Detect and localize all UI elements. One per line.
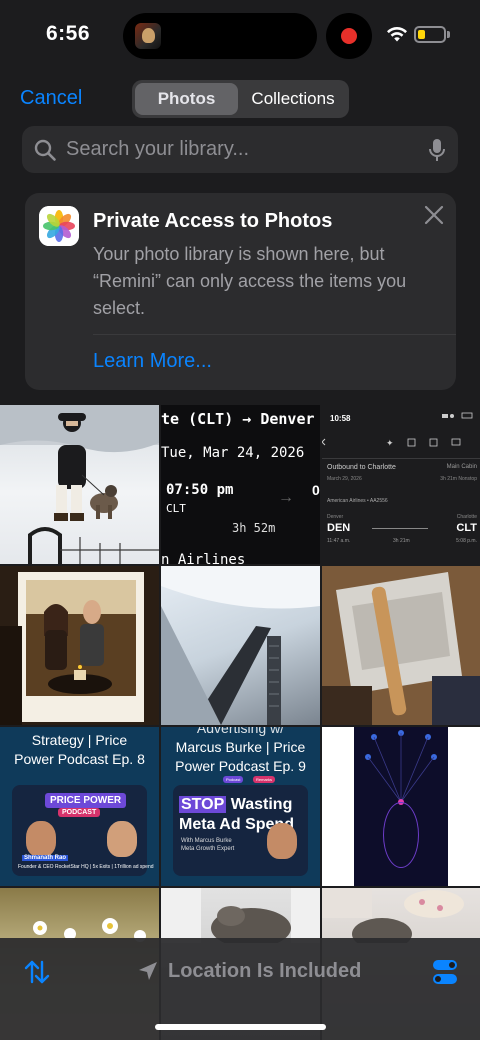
photo-thumbnail-podcast-ep8[interactable]: Strategy | Price Power Podcast Ep. 8 PRI… — [0, 727, 159, 886]
home-indicator[interactable] — [155, 1024, 326, 1030]
search-input[interactable] — [66, 126, 416, 173]
flight-arrival-partial: 0 — [312, 482, 320, 498]
notice-title: Private Access to Photos — [93, 210, 333, 232]
status-time: 6:56 — [46, 22, 91, 45]
screenshot-flight-duration: 3h 21m — [393, 538, 410, 544]
status-bar: 6:56 — [0, 0, 480, 72]
podcast8-title-line2: Power Podcast Ep. 8 — [14, 751, 145, 767]
sort-arrows-icon[interactable] — [23, 958, 51, 986]
screenshot-nonstop: 3h 21m Nonstop — [440, 476, 477, 482]
photo-thumbnail-rolling-pin[interactable] — [322, 566, 480, 725]
battery-icon — [414, 26, 446, 43]
toggle-filter-icon[interactable] — [432, 958, 458, 986]
podcast8-badge: PRICE POWER — [45, 793, 127, 808]
host-face — [107, 821, 137, 857]
photo-thumbnail-flight-itinerary[interactable]: te (CLT) → Denver (DE Tue, Mar 24, 2026 … — [161, 405, 320, 564]
podcast9-title-line2: Power Podcast Ep. 9 — [175, 758, 306, 774]
screenshot-outbound: Outbound to Charlotte — [327, 464, 396, 471]
screenshot-cabin: Main Cabin — [446, 464, 477, 470]
flight-airline: n Airlines — [161, 552, 246, 564]
flight-route: te (CLT) → Denver (DE — [161, 410, 320, 428]
podcast9-title: Advertising w/ Marcus Burke | Price Powe… — [161, 727, 320, 776]
flight-time: 07:50 pm — [166, 482, 234, 498]
podcast8-caption: Founder & CEO RocketStar HQ | 5x Exits |… — [18, 864, 154, 870]
search-icon — [34, 139, 56, 161]
learn-more-link[interactable]: Learn More... — [93, 350, 212, 373]
podcast9-card: STOP Wasting Meta Ad Spend With Marcus B… — [173, 785, 308, 876]
arrow-right-icon: → — [278, 489, 294, 506]
podcast8-title: Strategy | Price Power Podcast Ep. 8 — [0, 731, 159, 769]
baking-image — [322, 566, 480, 725]
notice-divider — [93, 334, 456, 335]
screenshot-airline: American Airlines • AA2556 — [327, 498, 388, 504]
close-icon[interactable] — [422, 203, 446, 227]
dog-bed-image — [161, 888, 320, 948]
podcast9-with-line2: Meta Growth Expert — [181, 846, 235, 852]
podcast9-headline-stop: STOP — [179, 796, 227, 813]
podcast8-title-line1: Strategy | Price — [31, 732, 128, 748]
photo-thumbnail-snow-dog[interactable] — [0, 405, 159, 564]
screenshot-dest: CLT — [456, 522, 477, 534]
screenshot-toolbar-icons: ✦ — [322, 412, 473, 449]
screenshot-divider — [322, 458, 480, 459]
screenshot-arrive-time: 5:08 p.m. — [456, 538, 477, 544]
polaroid-image — [0, 566, 159, 725]
snow-scene-image — [0, 405, 159, 564]
windshield-image — [161, 566, 320, 725]
podcast9-with-line1: With Marcus Burke — [181, 838, 232, 844]
screenshot-dest-label: Charlotte — [456, 514, 477, 520]
photo-thumbnail-flight-app[interactable]: 10:58 ✦ Outbound to Charlotte Main Cabin… — [322, 405, 480, 564]
search-bar[interactable] — [22, 126, 458, 173]
podcast9-with: With Marcus Burke Meta Growth Expert — [181, 837, 234, 853]
podcast8-card: PRICE POWER PODCAST Shmanath Rao Founder… — [12, 785, 154, 876]
svg-text:✦: ✦ — [386, 439, 394, 449]
photo-thumbnail-windshield[interactable] — [161, 566, 320, 725]
podcast9-headline-rest: Wasting — [226, 796, 293, 813]
podcast9-title-line0: Advertising w/ — [196, 727, 285, 736]
podcast9-pill1: Podcast — [223, 776, 244, 783]
microphone-icon[interactable] — [427, 138, 447, 162]
pillow-image — [322, 888, 464, 950]
location-arrow-icon — [139, 962, 157, 980]
private-access-notice: Private Access to Photos Your photo libr… — [25, 193, 456, 390]
guest-face — [26, 821, 56, 857]
record-dot-icon — [341, 28, 357, 44]
battery-level — [418, 30, 425, 39]
battery-cap — [447, 31, 450, 38]
photos-app-icon — [39, 206, 79, 246]
photo-thumbnail-podcast-ep9[interactable]: Advertising w/ Marcus Burke | Price Powe… — [161, 727, 320, 886]
dynamic-island[interactable] — [123, 13, 317, 59]
screenshot-origin: DEN — [327, 522, 351, 534]
photo-thumbnail-polaroid[interactable] — [0, 566, 159, 725]
screenshot-flight-track — [372, 528, 428, 529]
notice-body: Your photo library is shown here, but “R… — [93, 244, 407, 318]
screenshot-date: March 29, 2026 — [327, 476, 362, 482]
tab-photos[interactable]: Photos — [135, 83, 238, 115]
recording-indicator[interactable] — [326, 13, 372, 59]
bottom-toolbar: Location Is Included — [0, 938, 480, 1040]
library-segmented-control: Photos Collections — [132, 80, 349, 118]
photo-thumbnail-space-graphic[interactable] — [322, 727, 480, 886]
flowers-image — [33, 918, 146, 942]
guest-face — [267, 823, 297, 859]
app-activity-icon — [135, 23, 161, 49]
podcast9-title-line1: Marcus Burke | Price — [175, 739, 306, 755]
tab-collections[interactable]: Collections — [240, 83, 346, 115]
podcast8-guest: Shmanath Rao — [22, 855, 69, 861]
cancel-button[interactable]: Cancel — [20, 87, 82, 110]
screenshot-depart-time: 11:47 a.m. — [327, 538, 351, 544]
photo-picker-sheet: 6:56 Cancel Photos Collections Search yo… — [0, 0, 480, 1040]
flight-duration: 3h 52m — [232, 521, 276, 535]
location-label[interactable]: Location Is Included — [168, 960, 361, 983]
flight-date: Tue, Mar 24, 2026 — [161, 445, 305, 461]
podcast9-pill2: Remarks — [253, 776, 276, 783]
portal-ring — [383, 802, 419, 868]
space-panel — [354, 727, 448, 886]
podcast8-badge2: PODCAST — [58, 808, 101, 817]
screenshot-origin-label: Denver — [327, 514, 344, 520]
photo-grid: te (CLT) → Denver (DE Tue, Mar 24, 2026 … — [0, 405, 480, 1040]
wifi-icon — [387, 26, 407, 42]
flight-code: CLT — [166, 502, 186, 515]
